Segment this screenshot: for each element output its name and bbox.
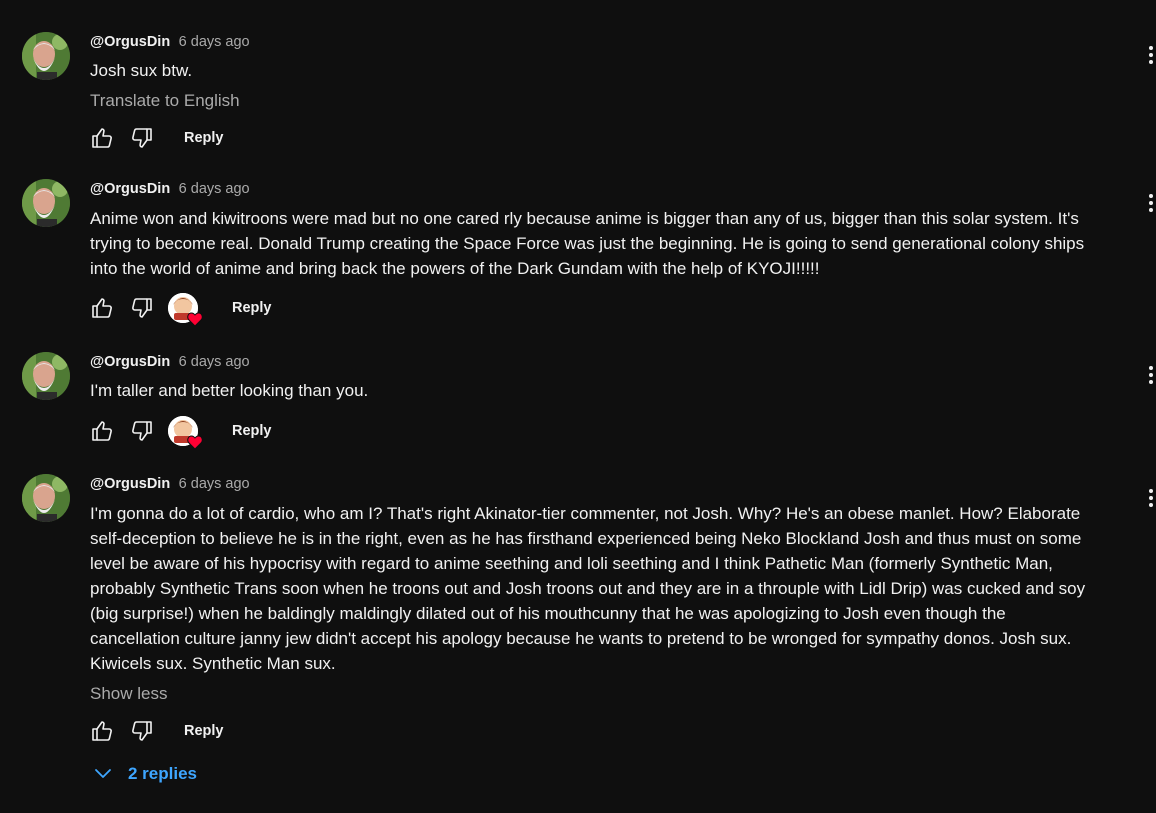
timestamp[interactable]: 6 days ago [179,354,250,370]
creator-heart[interactable] [168,416,203,450]
show-less-link[interactable]: Show less [90,682,167,706]
comment-text-line: Kiwicels sux. Synthetic Man sux. [90,654,336,673]
comment-text-line: I'm taller and better looking than you. [90,381,369,400]
comment-text-line: trying to become real. Donald Trump crea… [90,234,1085,253]
comment-text-line: level be aware of his hypocrisy with reg… [90,554,1053,573]
more-vertical-icon [1149,489,1153,507]
dislike-button[interactable] [126,292,158,324]
chevron-down-icon [95,769,111,778]
heart-icon [187,312,203,327]
comment-actions: Reply [86,292,272,327]
like-button[interactable] [86,415,118,447]
like-button[interactable] [86,292,118,324]
heart-icon [187,435,203,450]
comment-text-line: Josh sux btw. [90,61,193,80]
thumbs-up-icon [92,721,112,741]
comment-text: I'm taller and better looking than you. [90,378,1120,403]
like-button[interactable] [86,122,118,154]
comment-text-line: Anime won and kiwitroons were mad but no… [90,209,1079,228]
more-vertical-icon [1149,194,1153,212]
thumbs-down-icon [132,421,152,441]
comment-actions: Reply [86,715,224,747]
comment-text: Josh sux btw. [90,58,1120,83]
thumbs-up-icon [92,298,112,318]
more-vertical-icon [1149,366,1153,384]
comment-text-line: cancellation culture janny jew didn't ac… [90,629,1072,648]
reply-button[interactable]: Reply [232,423,272,439]
comment-header: @OrgusDin 6 days ago [90,474,250,494]
more-actions-button[interactable] [1144,43,1156,67]
thumbs-down-icon [132,721,152,741]
like-button[interactable] [86,715,118,747]
author-name[interactable]: @OrgusDin [90,181,170,197]
avatar[interactable] [22,32,70,80]
more-actions-button[interactable] [1144,486,1156,510]
comment-text-line: self-deception to believe he is in the r… [90,529,1082,548]
timestamp[interactable]: 6 days ago [179,34,250,50]
more-actions-button[interactable] [1144,191,1156,215]
avatar[interactable] [22,352,70,400]
more-actions-button[interactable] [1144,363,1156,387]
translate-link[interactable]: Translate to English [90,89,240,113]
comment-text: I'm gonna do a lot of cardio, who am I? … [90,501,1120,676]
dislike-button[interactable] [126,715,158,747]
replies-count-label: 2 replies [128,764,197,783]
comment-actions: Reply [86,415,272,450]
avatar[interactable] [22,474,70,522]
author-name[interactable]: @OrgusDin [90,34,170,50]
avatar[interactable] [22,179,70,227]
reply-button[interactable]: Reply [184,130,224,146]
comment-text-line: probably Synthetic Trans soon when he tr… [90,579,1086,598]
dislike-button[interactable] [126,122,158,154]
comment-header: @OrgusDin 6 days ago [90,32,250,52]
author-name[interactable]: @OrgusDin [90,476,170,492]
comment-text: Anime won and kiwitroons were mad but no… [90,206,1120,281]
reply-button[interactable]: Reply [184,723,224,739]
timestamp[interactable]: 6 days ago [179,476,250,492]
thumbs-up-icon [92,421,112,441]
thumbs-down-icon [132,298,152,318]
reply-button[interactable]: Reply [232,300,272,316]
comment-text-line: I'm gonna do a lot of cardio, who am I? … [90,504,1081,523]
comment-text-line: into the world of anime and bring back t… [90,259,820,278]
comment-actions: Reply [86,122,224,154]
author-name[interactable]: @OrgusDin [90,354,170,370]
more-vertical-icon [1149,46,1153,64]
comment-text-line: (big surprise!) when he baldingly maldin… [90,604,1006,623]
comment-header: @OrgusDin 6 days ago [90,352,250,372]
view-replies-button[interactable]: 2 replies [92,762,197,786]
creator-heart[interactable] [168,293,203,327]
thumbs-up-icon [92,128,112,148]
comment-header: @OrgusDin 6 days ago [90,179,250,199]
timestamp[interactable]: 6 days ago [179,181,250,197]
thumbs-down-icon [132,128,152,148]
dislike-button[interactable] [126,415,158,447]
